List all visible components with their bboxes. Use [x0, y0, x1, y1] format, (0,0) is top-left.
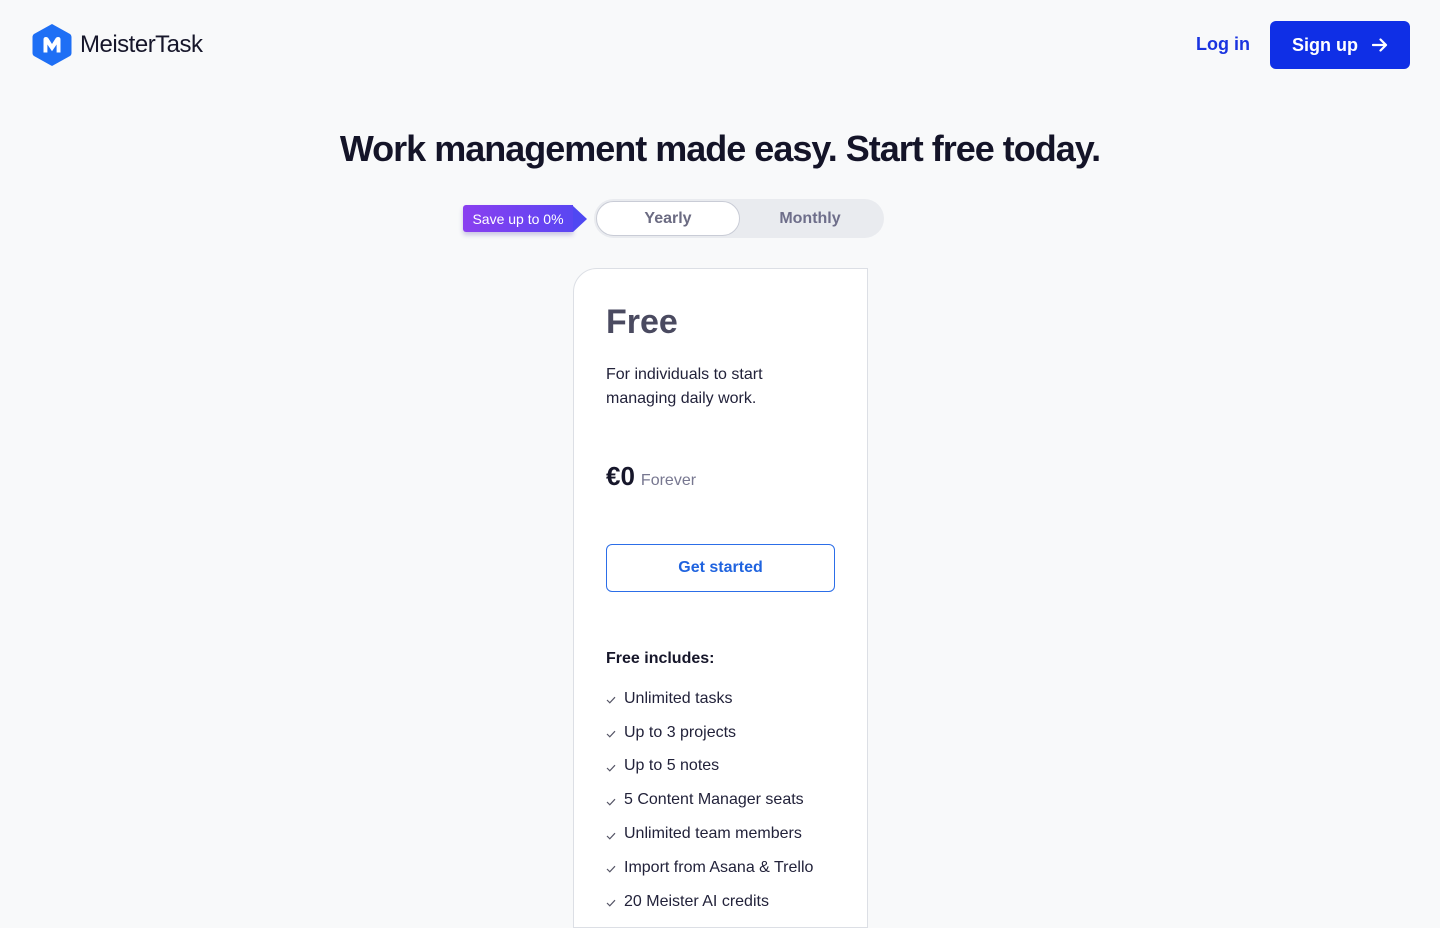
check-icon — [606, 899, 616, 907]
signup-button[interactable]: Sign up — [1270, 21, 1410, 69]
get-started-button[interactable]: Get started — [606, 544, 835, 592]
feature-item: Up to 5 notes — [606, 750, 813, 784]
feature-label: 5 Content Manager seats — [624, 791, 804, 809]
feature-label: Unlimited tasks — [624, 689, 733, 707]
check-icon — [606, 697, 616, 705]
feature-item: Import from Asana & Trello — [606, 851, 813, 885]
brand-name: MeisterTask — [80, 31, 203, 58]
price-amount: €0 — [606, 461, 635, 491]
arrow-right-icon — [1372, 38, 1388, 52]
plan-price: €0 Forever — [606, 461, 696, 492]
page-headline: Work management made easy. Start free to… — [339, 128, 1101, 169]
billing-period-toggle: Yearly Monthly — [594, 199, 884, 238]
plan-card-free: Free For individuals to start managing d… — [573, 268, 868, 928]
brand-logo-link[interactable]: MeisterTask — [32, 23, 203, 67]
plan-description: For individuals to start managing daily … — [606, 366, 763, 407]
feature-item: Up to 3 projects — [606, 716, 813, 750]
feature-item: 20 Meister AI credits — [606, 885, 813, 919]
includes-title: Free includes: — [606, 650, 715, 667]
feature-label: Up to 3 projects — [624, 723, 737, 741]
check-icon — [606, 832, 616, 840]
feature-item: Unlimited tasks — [606, 682, 813, 716]
check-icon — [606, 764, 616, 772]
meistertask-logo-icon — [32, 24, 72, 66]
signup-button-label: Sign up — [1292, 34, 1358, 55]
price-term: Forever — [640, 472, 697, 489]
check-icon — [606, 798, 616, 806]
plan-name: Free — [606, 303, 678, 341]
feature-list: Unlimited tasks Up to 3 projects Up to 5… — [606, 682, 813, 919]
feature-item: Unlimited team members — [606, 817, 813, 851]
check-icon — [606, 866, 616, 874]
feature-item: 5 Content Manager seats — [606, 783, 813, 817]
check-icon — [606, 730, 616, 738]
toggle-yearly[interactable]: Yearly — [596, 201, 740, 236]
save-badge-label: Save up to 0% — [463, 205, 573, 232]
save-badge: Save up to 0% — [463, 205, 587, 232]
feature-label: Up to 5 notes — [624, 757, 720, 775]
feature-label: Unlimited team members — [624, 825, 802, 843]
save-badge-arrow — [573, 205, 587, 232]
top-navigation: MeisterTask Log in Sign up — [0, 0, 1440, 88]
feature-label: 20 Meister AI credits — [624, 892, 769, 910]
feature-label: Import from Asana & Trello — [624, 858, 814, 876]
toggle-monthly[interactable]: Monthly — [738, 201, 882, 236]
login-link[interactable]: Log in — [1196, 32, 1250, 56]
